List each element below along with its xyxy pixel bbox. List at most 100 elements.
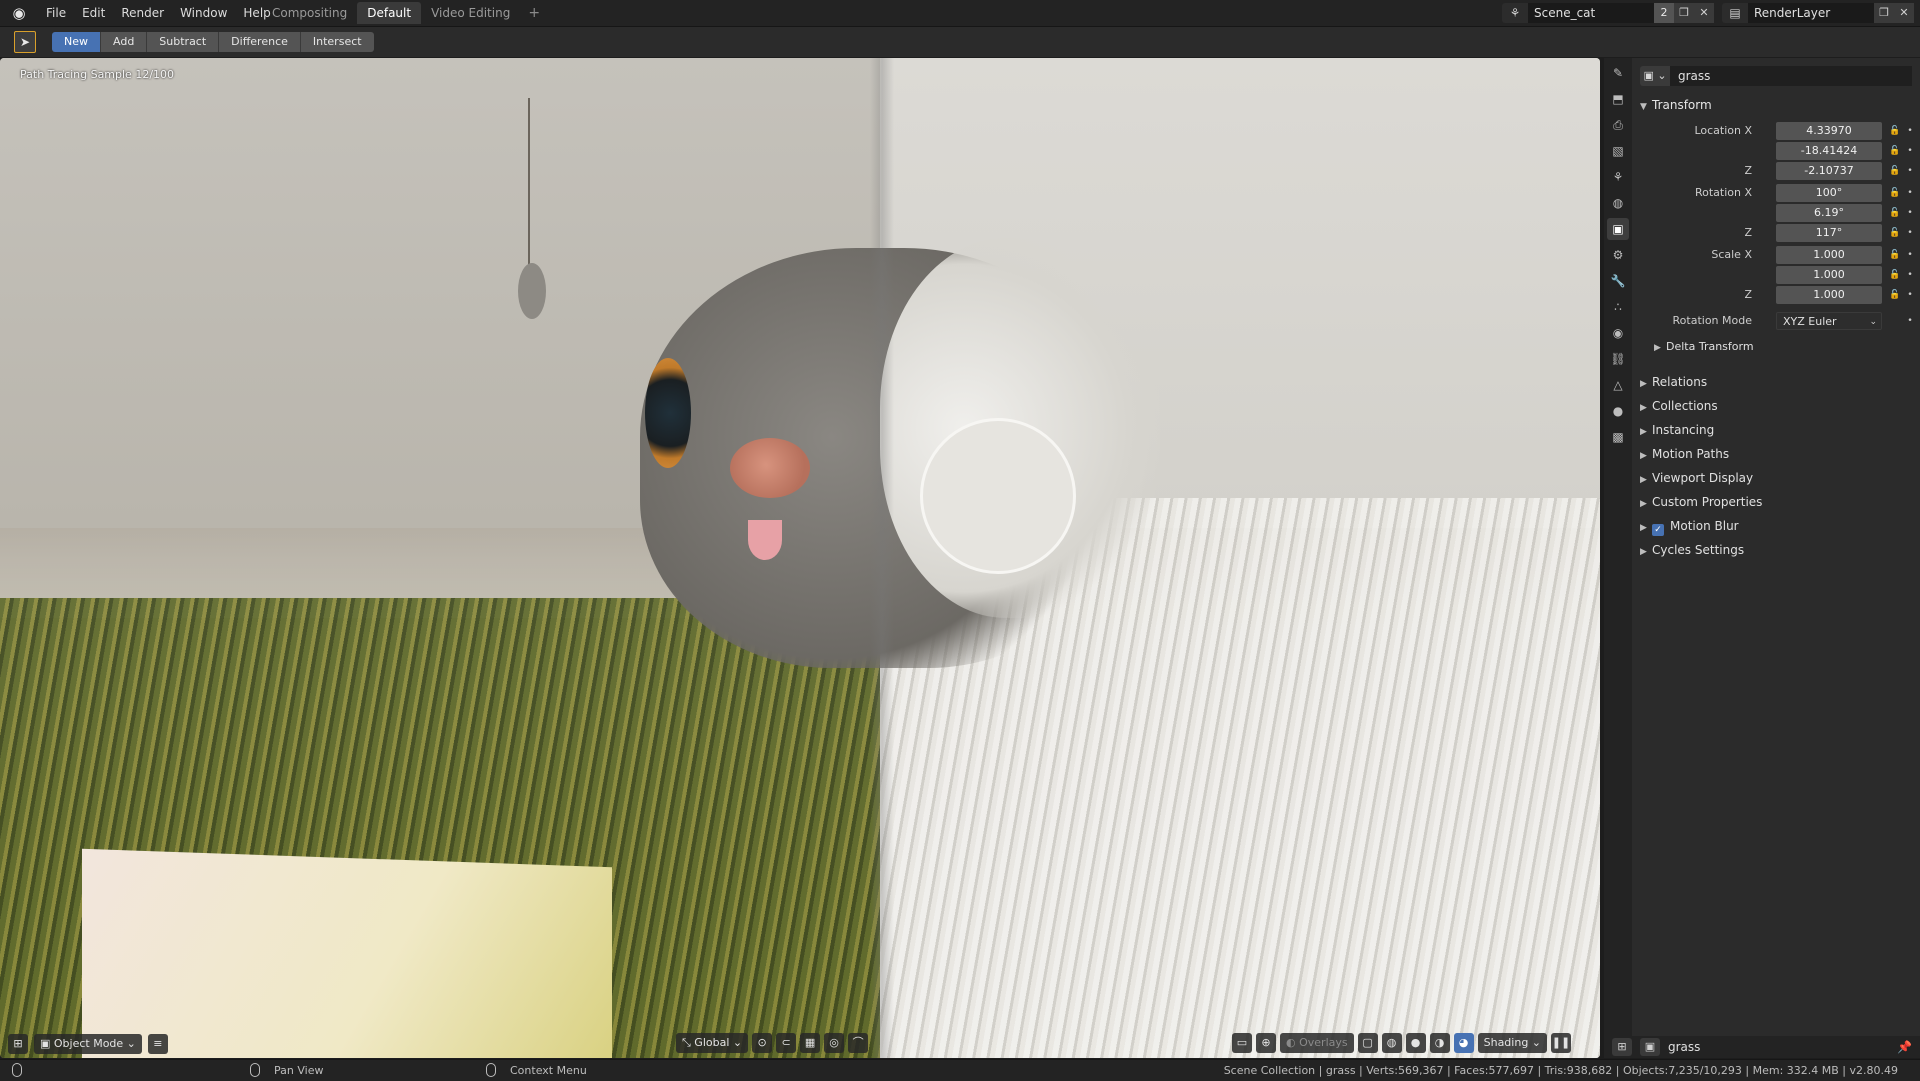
scene-tab-icon[interactable]: ⚘ [1607,166,1629,188]
new-layer-icon[interactable]: ❐ [1874,3,1894,23]
snap-icon[interactable]: ⊂ [776,1033,797,1053]
data-tab-icon[interactable]: △ [1607,374,1629,396]
output-tab-icon[interactable]: ⎙ [1607,114,1629,136]
mode-new-button[interactable]: New [52,32,101,52]
pin-icon[interactable]: 📌 [1897,1040,1912,1054]
relations-panel[interactable]: ▶ Relations [1640,370,1916,394]
cycles-settings-panel[interactable]: ▶ Cycles Settings [1640,538,1916,562]
editor-type-icon[interactable]: ⊞ [8,1034,28,1054]
menu-window[interactable]: Window [172,0,235,26]
tab-compositing[interactable]: Compositing [262,2,357,24]
tab-video-editing[interactable]: Video Editing [421,2,520,24]
mode-difference-button[interactable]: Difference [219,32,301,52]
collections-panel[interactable]: ▶ Collections [1640,394,1916,418]
keyframe-dot-icon[interactable]: • [1906,312,1914,330]
add-workspace-button[interactable]: + [520,2,548,24]
motion-blur-checkbox[interactable]: ✓ [1652,524,1664,536]
delta-transform-subpanel[interactable]: ▶ Delta Transform [1640,336,1916,358]
location-x-field[interactable]: 4.33970 [1776,122,1882,140]
editor-type-icon[interactable]: ⊞ [1612,1038,1632,1056]
lock-icon[interactable]: 🔓 [1888,204,1902,222]
keyframe-dot-icon[interactable]: • [1906,286,1914,304]
rotation-y-field[interactable]: 6.19° [1776,204,1882,222]
scale-x-field[interactable]: 1.000 [1776,246,1882,264]
menu-render[interactable]: Render [113,0,172,26]
render-layer-field[interactable]: RenderLayer [1748,3,1874,23]
keyframe-dot-icon[interactable]: • [1906,246,1914,264]
viewport-display-panel[interactable]: ▶ Viewport Display [1640,466,1916,490]
overlays-dropdown[interactable]: ◐ Overlays [1280,1033,1354,1053]
snap-target-icon[interactable]: ▦ [800,1033,821,1053]
render-tab-icon[interactable]: ⬒ [1607,88,1629,110]
object-name-field[interactable]: grass [1670,66,1912,86]
3d-viewport[interactable]: Path Tracing Sample 12/100 ⊞ ▣ Object Mo… [0,58,1600,1058]
motion-blur-panel[interactable]: ▶ ✓ Motion Blur [1640,514,1916,538]
wireframe-shading-icon[interactable]: ◍ [1381,1033,1402,1053]
object-mode-dropdown[interactable]: ▣ Object Mode ⌄ [34,1034,142,1054]
transform-panel-header[interactable]: ▼ Transform [1640,94,1916,116]
lock-icon[interactable]: 🔓 [1888,184,1902,202]
particles-tab-icon[interactable]: ∴ [1607,296,1629,318]
mode-intersect-button[interactable]: Intersect [300,32,374,52]
scale-y-field[interactable]: 1.000 [1776,266,1882,284]
keyframe-dot-icon[interactable]: • [1906,224,1914,242]
gizmo-icon[interactable]: ⊕ [1256,1033,1276,1053]
mode-add-button[interactable]: Add [101,32,148,52]
menu-edit[interactable]: Edit [74,0,113,26]
physics-tab-icon[interactable]: ◉ [1607,322,1629,344]
scene-name-field[interactable]: Scene_cat [1528,3,1654,23]
tool-tab-icon[interactable]: ✎ [1607,62,1629,84]
select-tool-icon[interactable]: ➤ [14,31,36,53]
menu-file[interactable]: File [38,0,74,26]
duplicate-scene-icon[interactable]: ❐ [1674,3,1694,23]
location-z-field[interactable]: -2.10737 [1776,162,1882,180]
lock-icon[interactable]: 🔓 [1888,162,1902,180]
scene-icon[interactable]: ⚘ [1502,3,1528,23]
keyframe-dot-icon[interactable]: • [1906,162,1914,180]
keyframe-dot-icon[interactable]: • [1906,266,1914,284]
keyframe-dot-icon[interactable]: • [1906,184,1914,202]
material-shading-icon[interactable]: ◑ [1429,1033,1450,1053]
object-icon[interactable]: ▣ ⌄ [1640,66,1670,86]
orientation-dropdown[interactable]: ⤡ Global ⌄ [676,1033,749,1053]
lock-icon[interactable]: 🔓 [1888,122,1902,140]
instancing-panel[interactable]: ▶ Instancing [1640,418,1916,442]
tab-default[interactable]: Default [357,2,422,24]
pivot-icon[interactable]: ⊙ [752,1033,773,1053]
rendered-shading-icon[interactable]: ◕ [1453,1033,1474,1053]
render-layer-icon[interactable]: ▤ [1722,3,1748,23]
falloff-icon[interactable]: ⌒ [848,1033,869,1053]
keyframe-dot-icon[interactable]: • [1906,204,1914,222]
lock-icon[interactable]: 🔓 [1888,266,1902,284]
scale-z-field[interactable]: 1.000 [1776,286,1882,304]
constraints-tab-icon[interactable]: ⛓ [1607,348,1629,370]
motion-paths-panel[interactable]: ▶ Motion Paths [1640,442,1916,466]
material-tab-icon[interactable]: ● [1607,400,1629,422]
custom-properties-panel[interactable]: ▶ Custom Properties [1640,490,1916,514]
menu-icon[interactable]: ≡ [147,1034,168,1054]
lock-icon[interactable]: 🔓 [1888,142,1902,160]
rotation-z-field[interactable]: 117° [1776,224,1882,242]
rotation-x-field[interactable]: 100° [1776,184,1882,202]
shading-dropdown[interactable]: Shading ⌄ [1477,1033,1548,1053]
remove-layer-icon[interactable]: ✕ [1894,3,1914,23]
world-tab-icon[interactable]: ◍ [1607,192,1629,214]
rotation-mode-dropdown[interactable]: XYZ Euler ⌄ [1776,312,1882,330]
modifiers-tab-icon[interactable]: ⚙ [1607,244,1629,266]
blender-logo-icon[interactable]: ◉ [10,4,28,22]
pause-render-icon[interactable]: ❚❚ [1551,1033,1572,1053]
object-tab-icon[interactable]: ▣ [1607,218,1629,240]
texture-tab-icon[interactable]: ▩ [1607,426,1629,448]
location-y-field[interactable]: -18.41424 [1776,142,1882,160]
close-scene-icon[interactable]: ✕ [1694,3,1714,23]
xray-icon[interactable]: ▢ [1357,1033,1378,1053]
solid-shading-icon[interactable]: ● [1405,1033,1426,1053]
mode-subtract-button[interactable]: Subtract [147,32,220,52]
keyframe-dot-icon[interactable]: • [1906,122,1914,140]
wrench-tab-icon[interactable]: 🔧 [1607,270,1629,292]
lock-icon[interactable]: 🔓 [1888,246,1902,264]
lock-icon[interactable]: 🔓 [1888,286,1902,304]
view-layer-tab-icon[interactable]: ▧ [1607,140,1629,162]
lock-icon[interactable]: 🔓 [1888,224,1902,242]
view-object-types-icon[interactable]: ▭ [1232,1033,1252,1053]
